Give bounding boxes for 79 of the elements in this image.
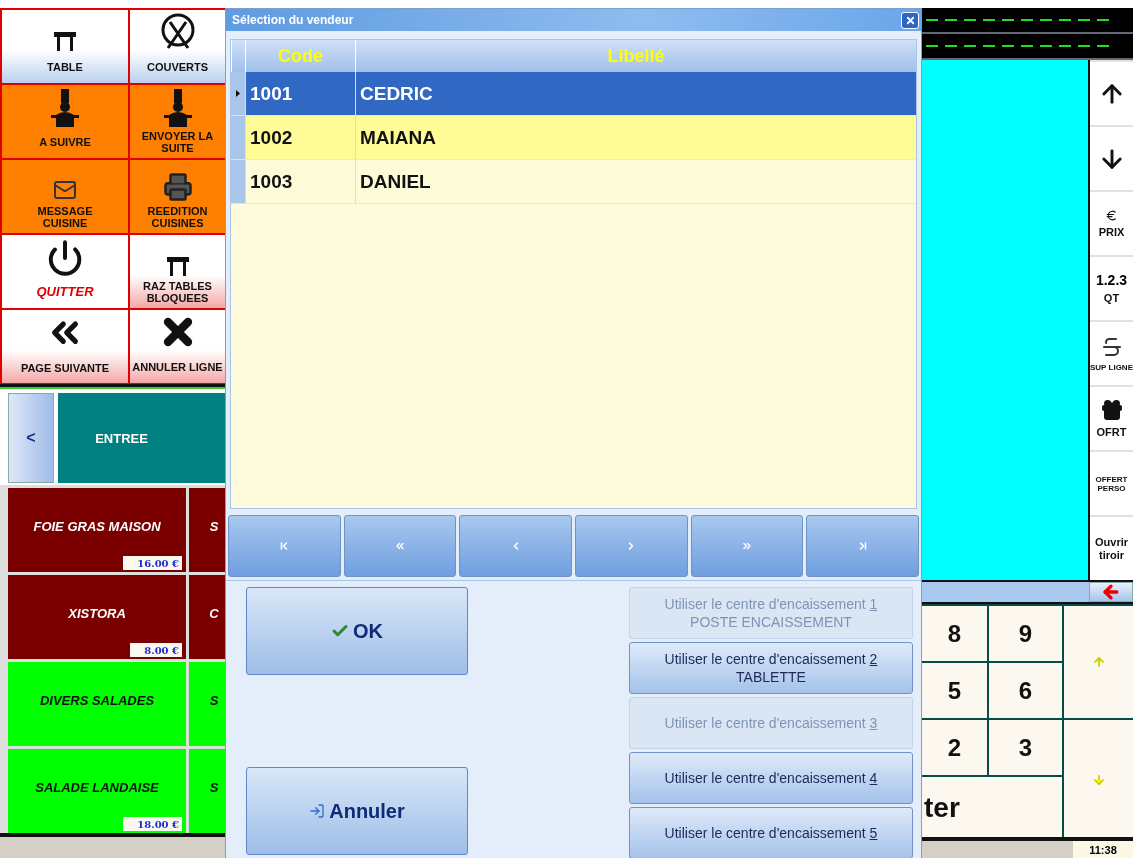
close-button[interactable] (901, 11, 919, 29)
product-button[interactable]: FOIE GRAS MAISON 16.00 € (8, 488, 186, 572)
chef-icon (162, 87, 193, 127)
side-button[interactable] (1090, 62, 1133, 125)
navigation-button[interactable] (459, 515, 572, 577)
row-pointer-icon (236, 90, 240, 97)
double-left-icon (394, 540, 406, 552)
keypad-key[interactable]: 8 (922, 606, 987, 661)
table-cell[interactable]: 1002 (245, 116, 355, 160)
product-button[interactable]: SALADE LANDAISE 18.00 € (8, 749, 186, 833)
function-button[interactable]: MESSAGE CUISINE (2, 160, 128, 233)
dialog-title: Sélection du vendeur (232, 13, 354, 27)
cash-centre-button[interactable]: Utiliser le centre d'encaissement 4 (629, 752, 913, 804)
product-button[interactable]: C (189, 575, 225, 659)
keypad-key[interactable]: 5 (922, 663, 987, 718)
keypad-key[interactable]: 9 (989, 606, 1062, 661)
keypad-key[interactable]: 2 (922, 720, 987, 775)
table-cell[interactable]: MAIANA (355, 116, 916, 160)
printer-icon (162, 172, 193, 202)
back-button[interactable]: < (8, 393, 54, 483)
up-arrow-icon (1091, 655, 1106, 669)
function-button[interactable]: PAGE SUIVANTE (2, 310, 128, 383)
side-button[interactable]: PRIX (1090, 192, 1133, 255)
product-button[interactable]: S (189, 488, 225, 572)
ok-button[interactable]: OK (246, 587, 468, 675)
column-header: Code (245, 40, 355, 72)
down-arrow-icon (1091, 772, 1106, 787)
keypad-key[interactable]: 3 (989, 720, 1062, 775)
navigation-button[interactable] (343, 515, 457, 577)
gift-icon (1099, 398, 1124, 422)
function-button[interactable]: REEDITION CUISINES (130, 160, 225, 233)
double-right-icon (741, 540, 753, 552)
side-button[interactable]: OFFERT PERSO (1090, 452, 1133, 515)
function-button[interactable]: QUITTER (2, 235, 128, 308)
function-button[interactable]: A SUIVRE (2, 85, 128, 158)
table-cell[interactable]: DANIEL (355, 160, 916, 204)
side-button[interactable]: SUP LIGNE (1090, 322, 1133, 385)
side-button[interactable]: Ouvrir tiroir (1090, 517, 1133, 580)
row-header[interactable] (231, 72, 245, 116)
euro-icon (1105, 208, 1118, 222)
message-icon (53, 178, 77, 202)
power-icon (46, 239, 84, 277)
keypad-key[interactable]: 6 (989, 663, 1062, 718)
number-glyph: 1.2.3 (1095, 272, 1128, 288)
function-button[interactable]: TABLE (2, 10, 128, 83)
backspace-button[interactable] (1089, 582, 1133, 602)
chef-icon (50, 87, 80, 127)
navigation-button[interactable] (806, 515, 919, 577)
side-button[interactable]: OFRT (1090, 387, 1133, 450)
function-button[interactable]: COUVERTS (130, 10, 225, 83)
product-button[interactable]: XISTORA 8.00 € (8, 575, 186, 659)
price-tag: 18.00 € (123, 817, 182, 831)
function-button[interactable]: ENVOYER LA SUITE (130, 85, 225, 158)
product-button[interactable]: DIVERS SALADES (8, 662, 186, 746)
navigation-button[interactable] (690, 515, 804, 577)
product-button[interactable]: S (189, 662, 225, 746)
close-icon (904, 14, 916, 26)
column-header: Libellé (355, 40, 916, 72)
product-button[interactable]: S (189, 749, 225, 833)
cancel-button[interactable]: Annuler (246, 767, 468, 855)
side-button[interactable]: 1.2.3 QT (1090, 257, 1133, 320)
cash-centre-button[interactable]: Utiliser le centre d'encaissement 2 TABLETTE (629, 642, 913, 694)
table-cell[interactable]: 1003 (245, 160, 355, 204)
navigation-button[interactable] (228, 515, 341, 577)
price-tag: 8.00 € (130, 643, 182, 657)
navigation-button[interactable] (575, 515, 688, 577)
scroll-down-button[interactable] (1064, 720, 1133, 839)
side-button[interactable] (1090, 127, 1133, 190)
category-button[interactable]: ENTREE (58, 393, 225, 483)
enter-key[interactable]: ter (922, 777, 1062, 839)
function-button[interactable]: RAZ TABLES BLOQUEES (130, 235, 225, 308)
table-cell[interactable]: 1001 (245, 72, 355, 116)
header-corner (231, 40, 245, 72)
clock-text: 11:38 (1073, 841, 1133, 858)
cash-centre-button[interactable]: Utiliser le centre d'encaissement 5 (629, 807, 913, 858)
price-tag: 16.00 € (123, 556, 182, 570)
function-button[interactable]: ANNULER LIGNE (130, 310, 225, 383)
exit-door-icon (309, 803, 326, 819)
table-cell[interactable]: CEDRIC (355, 72, 916, 116)
